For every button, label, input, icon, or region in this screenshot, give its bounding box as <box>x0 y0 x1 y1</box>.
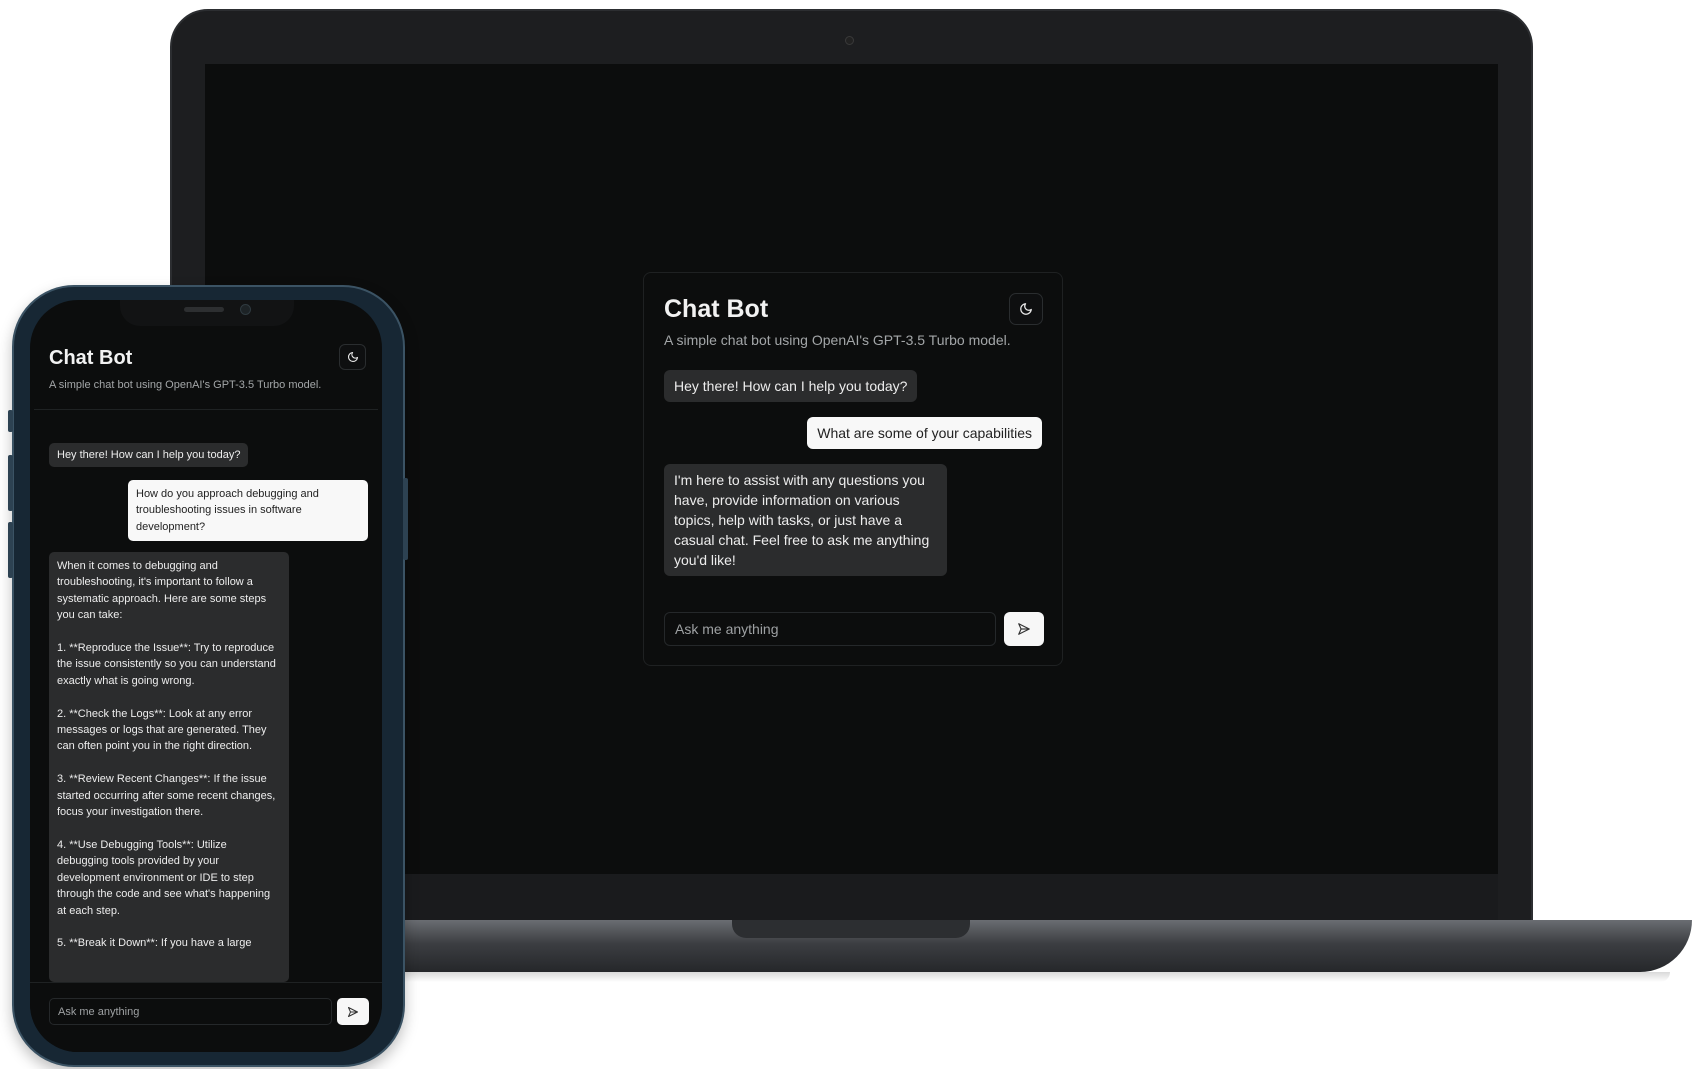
chat-message-user: How do you approach debugging and troubl… <box>128 480 368 542</box>
send-button[interactable] <box>1004 612 1044 646</box>
phone-power-button <box>403 478 408 560</box>
laptop-notch <box>732 920 970 938</box>
phone-camera <box>240 304 251 315</box>
device-mockup: Chat Bot A simple chat bot using OpenAI'… <box>0 0 1692 1069</box>
laptop-camera <box>845 36 854 45</box>
phone-notch <box>120 300 294 326</box>
laptop-base <box>370 920 1692 972</box>
chat-input[interactable] <box>49 998 332 1025</box>
header-divider <box>34 409 378 410</box>
theme-toggle-button[interactable] <box>339 344 366 370</box>
laptop-shadow <box>380 972 1670 982</box>
chat-message-bot: Hey there! How can I help you today? <box>664 370 918 402</box>
chat-message-bot: I'm here to assist with any questions yo… <box>664 464 947 576</box>
phone-side-button <box>8 410 13 432</box>
chat-input-bar <box>30 982 382 1052</box>
page-title: Chat Bot <box>49 347 133 369</box>
phone-screen: Chat Bot A simple chat bot using OpenAI'… <box>30 300 382 1052</box>
chat-message-bot: Hey there! How can I help you today? <box>49 443 249 468</box>
send-icon <box>348 1006 358 1017</box>
chat-message-user: What are some of your capabilities <box>807 417 1042 449</box>
chat-card: Chat Bot A simple chat bot using OpenAI'… <box>643 272 1063 666</box>
page-title: Chat Bot <box>664 295 769 323</box>
send-icon <box>1018 623 1030 635</box>
moon-icon <box>347 351 358 363</box>
phone-volume-down-button <box>8 522 13 578</box>
chat-input[interactable] <box>664 612 996 646</box>
moon-icon <box>1020 303 1032 315</box>
page-subtitle: A simple chat bot using OpenAI's GPT-3.5… <box>49 379 322 391</box>
chat-message-bot: When it comes to debugging and troublesh… <box>49 552 289 982</box>
theme-toggle-button[interactable] <box>1009 293 1043 325</box>
phone-volume-up-button <box>8 455 13 511</box>
send-button[interactable] <box>337 998 369 1025</box>
phone-speaker <box>184 307 224 312</box>
page-subtitle: A simple chat bot using OpenAI's GPT-3.5… <box>664 332 1011 348</box>
